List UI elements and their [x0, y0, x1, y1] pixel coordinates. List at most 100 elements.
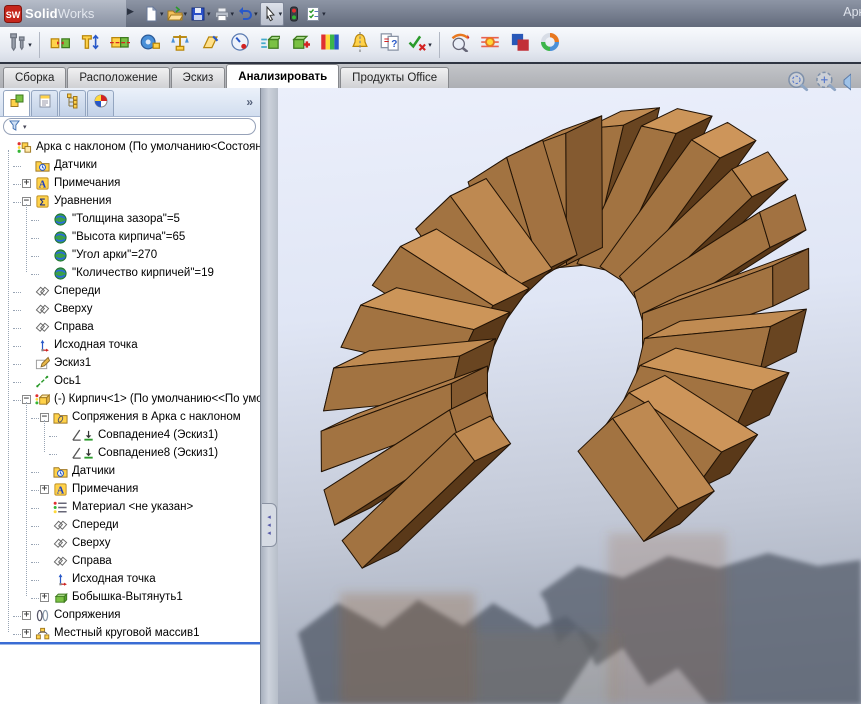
undo-button[interactable]: ▾ — [236, 3, 259, 25]
symmetry-check-button[interactable] — [346, 31, 373, 59]
displaymanager-tab[interactable] — [87, 90, 114, 116]
command-tab[interactable]: Анализировать — [226, 64, 339, 88]
tree-item[interactable]: +AПримечания — [0, 175, 260, 193]
assembly-visualization-button[interactable] — [256, 31, 283, 59]
command-tab[interactable]: Продукты Office — [340, 67, 449, 88]
tree-item[interactable]: "Толщина зазора"=5 — [0, 211, 260, 229]
performance-evaluation-icon — [230, 32, 250, 57]
dfm-xpress-button[interactable] — [506, 31, 533, 59]
filter-dropdown-arrow[interactable]: ▾ — [23, 123, 27, 131]
panel-overflow-chevron[interactable]: » — [246, 95, 253, 109]
clipped-tool-button[interactable] — [842, 70, 851, 99]
tree-item[interactable]: "Высота кирпича"=65 — [0, 229, 260, 247]
menu-expand-arrow[interactable]: ▶ — [127, 6, 134, 17]
interference-detection-button[interactable] — [46, 31, 73, 59]
symmetry-check-icon — [350, 32, 370, 57]
select-cursor-button[interactable]: ▾ — [260, 2, 285, 26]
mass-properties-button[interactable] — [166, 31, 193, 59]
tree-item[interactable]: Исходная точка — [0, 337, 260, 355]
evaluate-toolbar: ▾ =? ▾ — [0, 27, 861, 62]
tree-item[interactable]: Арка с наклоном (По умолчанию<Состояни — [0, 139, 260, 157]
dropdown-arrow-icon[interactable]: ▾ — [184, 10, 188, 18]
tree-connector — [31, 238, 39, 240]
design-checker-button[interactable]: ▾ — [304, 3, 327, 25]
tree-item-label: Датчики — [54, 159, 97, 171]
dropdown-arrow-icon[interactable]: ▾ — [207, 10, 211, 18]
tree-item[interactable]: "Угол арки"=270 — [0, 247, 260, 265]
tree-expander[interactable]: + — [22, 611, 31, 620]
tree-item-label: Примечания — [72, 483, 138, 495]
dropdown-arrow-icon[interactable]: ▾ — [254, 10, 258, 18]
tree-item[interactable]: Сверху — [0, 301, 260, 319]
command-tab[interactable]: Сборка — [3, 67, 66, 88]
command-tab[interactable]: Эскиз — [171, 67, 226, 88]
tree-item[interactable]: Эскиз1 — [0, 355, 260, 373]
performance-evaluation-button[interactable] — [226, 31, 253, 59]
measure-button[interactable] — [136, 31, 163, 59]
tree-item[interactable]: +Бобышка-Вытянуть1 — [0, 589, 260, 607]
tree-item[interactable]: Справа — [0, 553, 260, 571]
tree-item[interactable]: Исходная точка — [0, 571, 260, 589]
tree-item[interactable]: Спереди — [0, 517, 260, 535]
traffic-light-icon — [286, 6, 302, 22]
configurationmanager-tab[interactable] — [59, 90, 86, 116]
dropdown-arrow-icon[interactable]: ▾ — [279, 10, 283, 18]
traffic-light-button[interactable] — [285, 3, 303, 25]
bolt-fasteners-button[interactable]: ▾ — [6, 31, 33, 59]
dropdown-arrow-icon[interactable]: ▾ — [428, 41, 432, 49]
tree-expander[interactable]: + — [22, 179, 31, 188]
assembly-diagnostics-button[interactable] — [286, 31, 313, 59]
tree-item[interactable]: "Количество кирпичей"=19 — [0, 265, 260, 283]
tree-connector — [13, 634, 21, 636]
zoom-fit-button[interactable] — [786, 70, 810, 99]
tree-item[interactable]: Ось1 — [0, 373, 260, 391]
new-document-icon — [143, 6, 159, 22]
tree-expander[interactable]: + — [22, 629, 31, 638]
tree-expander[interactable]: + — [40, 485, 49, 494]
filter-input[interactable]: ▾ — [3, 118, 256, 135]
graphics-viewport[interactable] — [278, 88, 861, 704]
save-button[interactable]: ▾ — [189, 3, 212, 25]
featuremanager-tab[interactable] — [3, 90, 30, 116]
tree-item[interactable]: Датчики — [0, 157, 260, 175]
new-document-button[interactable]: ▾ — [142, 3, 165, 25]
tree-item[interactable]: Датчики — [0, 463, 260, 481]
tree-item[interactable]: +AПримечания — [0, 481, 260, 499]
solidworks-window: SW SolidWorks ▶ ▾▾▾▾▾▾▾ Арк ▾=?▾ СборкаР… — [0, 0, 861, 704]
flow-xpress-button[interactable] — [476, 31, 503, 59]
print-button[interactable]: ▾ — [213, 3, 236, 25]
propertymanager-tab[interactable] — [31, 90, 58, 116]
dropdown-arrow-icon[interactable]: ▾ — [28, 41, 32, 49]
save-icon — [190, 6, 206, 22]
tree-item[interactable]: Совпадение8 (Эскиз1) — [0, 445, 260, 463]
tree-item[interactable]: Справа — [0, 319, 260, 337]
tree-item[interactable]: +Местный круговой массив1 — [0, 625, 260, 643]
dropdown-arrow-icon[interactable]: ▾ — [160, 10, 164, 18]
tree-item[interactable]: −Сопряжения в Арка с наклоном — [0, 409, 260, 427]
tree-item[interactable]: Совпадение4 (Эскиз1) — [0, 427, 260, 445]
tree-item[interactable]: Материал <не указан> — [0, 499, 260, 517]
tree-item[interactable]: Спереди — [0, 283, 260, 301]
tree-item[interactable]: −ΣУравнения — [0, 193, 260, 211]
tree-expander[interactable]: + — [40, 593, 49, 602]
clearance-verification-button[interactable] — [76, 31, 103, 59]
xpress-products-button[interactable] — [536, 31, 563, 59]
panel-collapse-handle[interactable]: ◂ ◂ ◂ — [262, 503, 277, 547]
tree-item[interactable]: +Сопряжения — [0, 607, 260, 625]
dropdown-arrow-icon[interactable]: ▾ — [231, 10, 235, 18]
compare-documents-button[interactable]: =? — [376, 31, 403, 59]
equations-icon: Σ — [35, 194, 50, 212]
zoom-area-button[interactable] — [814, 70, 838, 99]
panel-divider[interactable]: ◂ ◂ ◂ — [260, 88, 278, 704]
tree-item[interactable]: Сверху — [0, 535, 260, 553]
verification-check-button[interactable]: ▾ — [406, 31, 433, 59]
command-tab[interactable]: Расположение — [67, 67, 169, 88]
open-folder-button[interactable]: ▾ — [166, 3, 189, 25]
dropdown-arrow-icon[interactable]: ▾ — [322, 10, 326, 18]
section-properties-button[interactable] — [196, 31, 223, 59]
tree-split-bar[interactable] — [0, 642, 260, 645]
tree-item[interactable]: −(-) Кирпич<1> (По умолчанию<<По умо — [0, 391, 260, 409]
hole-alignment-button[interactable] — [106, 31, 133, 59]
simulation-xpress-button[interactable] — [446, 31, 473, 59]
curvature-display-button[interactable] — [316, 31, 343, 59]
